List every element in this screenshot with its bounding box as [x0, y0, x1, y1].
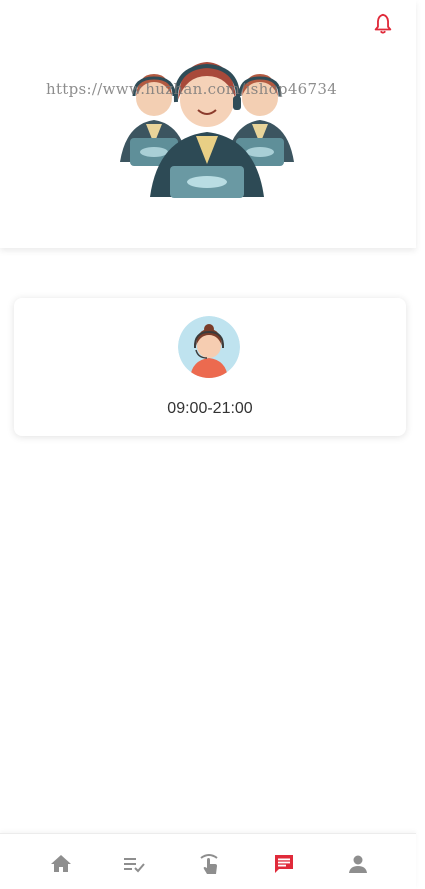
tap-hand-icon[interactable] [197, 852, 221, 876]
message-icon[interactable] [272, 852, 296, 876]
customer-service-team-illustration [120, 62, 294, 198]
customer-service-card: 09:00-21:00 [14, 298, 406, 436]
user-icon[interactable] [346, 852, 370, 876]
watermark-text: https://www.huzhan.com/ishop46734 [46, 80, 338, 98]
hero-banner: https://www.huzhan.com/ishop46734 [0, 0, 416, 248]
list-check-icon[interactable] [122, 852, 146, 876]
home-icon[interactable] [49, 852, 73, 876]
bell-icon[interactable] [372, 12, 394, 36]
bottom-tab-bar [0, 833, 416, 889]
service-hours: 09:00-21:00 [167, 400, 253, 417]
customer-service-avatar-icon[interactable] [178, 316, 240, 378]
